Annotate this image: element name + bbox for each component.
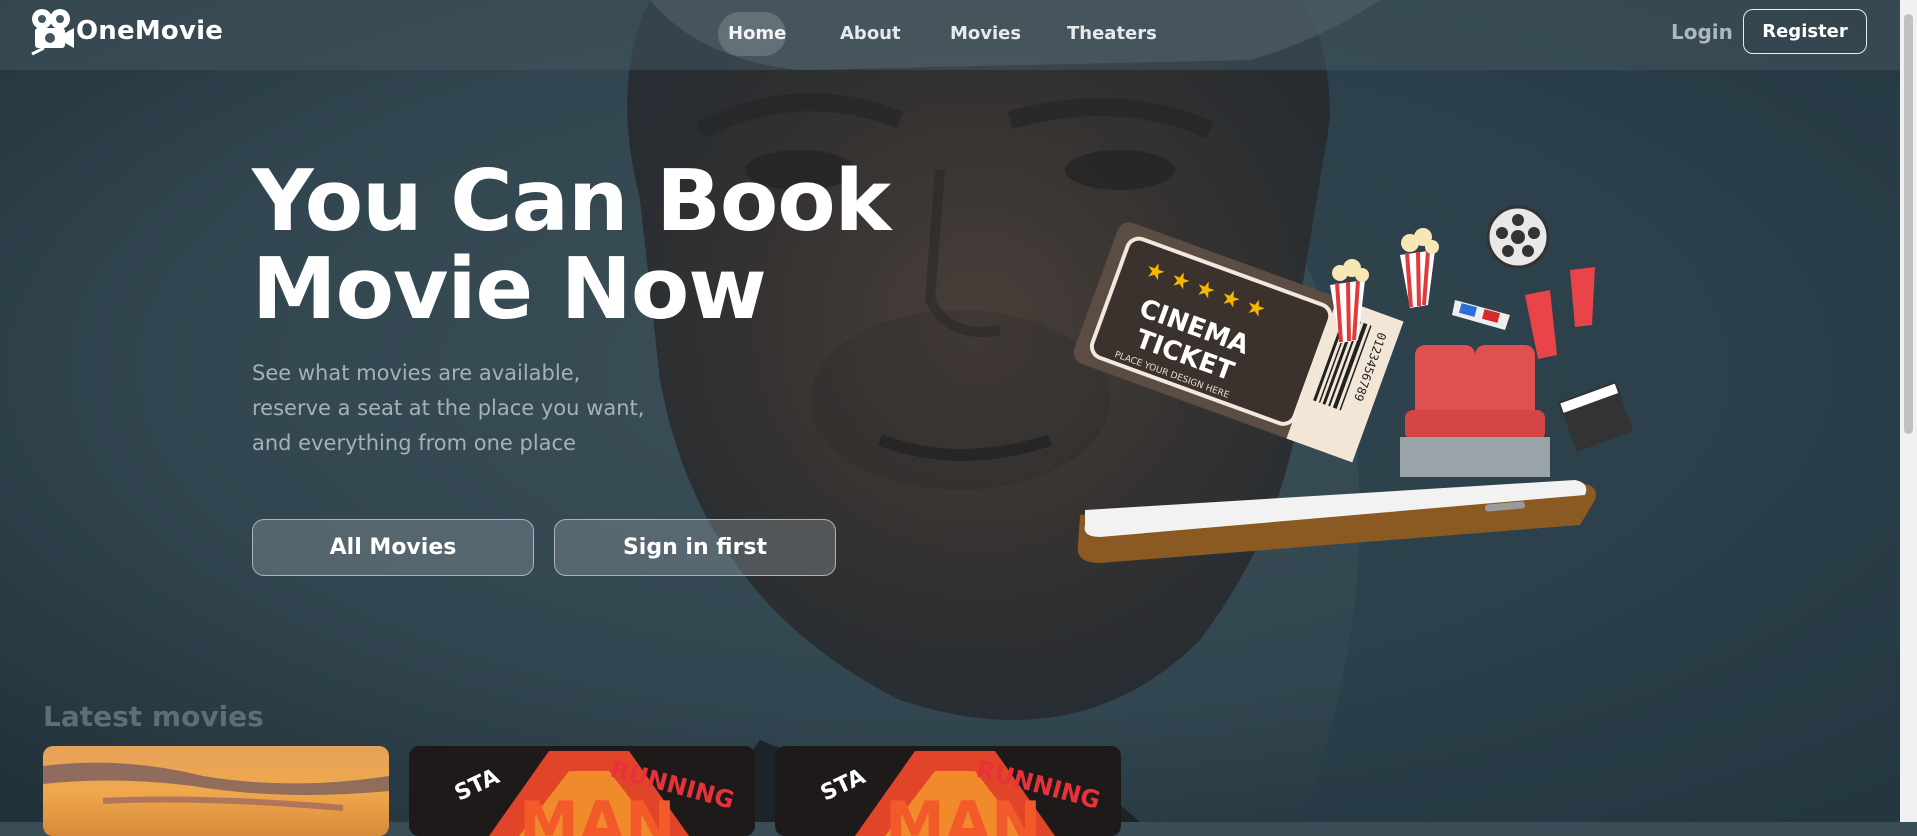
hero-title-line-2: Movie Now — [252, 240, 767, 339]
running-man-poster: STA RUNNING MAN — [409, 746, 755, 836]
movie-card-1[interactable] — [43, 746, 389, 836]
nav-movies[interactable]: Movies — [940, 12, 1021, 56]
login-link[interactable]: Login — [1671, 20, 1733, 44]
poster-text-big: MAN — [885, 789, 1041, 836]
hero-title: You Can Book Movie Now — [252, 152, 891, 339]
register-button[interactable]: Register — [1743, 9, 1867, 54]
nav-home[interactable]: Home — [718, 12, 786, 56]
hero-subtitle-line-1: See what movies are available, — [252, 361, 581, 385]
nav-theaters[interactable]: Theaters — [1057, 12, 1157, 56]
sunset-poster — [43, 746, 389, 836]
running-man-poster: STA RUNNING MAN — [775, 746, 1121, 836]
all-movies-button[interactable]: All Movies — [252, 519, 534, 576]
brand-name: OneMovie — [76, 16, 224, 46]
page-scrollbar[interactable] — [1900, 0, 1917, 822]
brand-logo-link[interactable]: OneMovie — [28, 6, 223, 56]
sign-in-first-button[interactable]: Sign in first — [554, 519, 836, 576]
movie-card-2[interactable]: STA RUNNING MAN — [409, 746, 755, 836]
hero-title-line-1: You Can Book — [252, 152, 891, 251]
nav-about[interactable]: About — [830, 12, 901, 56]
scrollbar-thumb[interactable] — [1904, 14, 1913, 434]
movie-card-3[interactable]: STA RUNNING MAN — [775, 746, 1121, 836]
poster-text-big: MAN — [519, 789, 675, 836]
hero-subtitle-line-3: and everything from one place — [252, 431, 577, 455]
top-navbar: OneMovie Home About Movies Theaters Logi… — [0, 0, 1917, 70]
hero-subtitle-line-2: reserve a seat at the place you want, — [252, 396, 645, 420]
cinema-ticket-illustration: ★ ★ ★ ★ ★ CINEMA TICKET PLACE YOUR DESIG… — [1060, 165, 1650, 565]
latest-movies-title: Latest movies — [43, 700, 264, 733]
hero-subtitle: See what movies are available, reserve a… — [252, 356, 644, 461]
film-camera-icon — [31, 9, 74, 56]
